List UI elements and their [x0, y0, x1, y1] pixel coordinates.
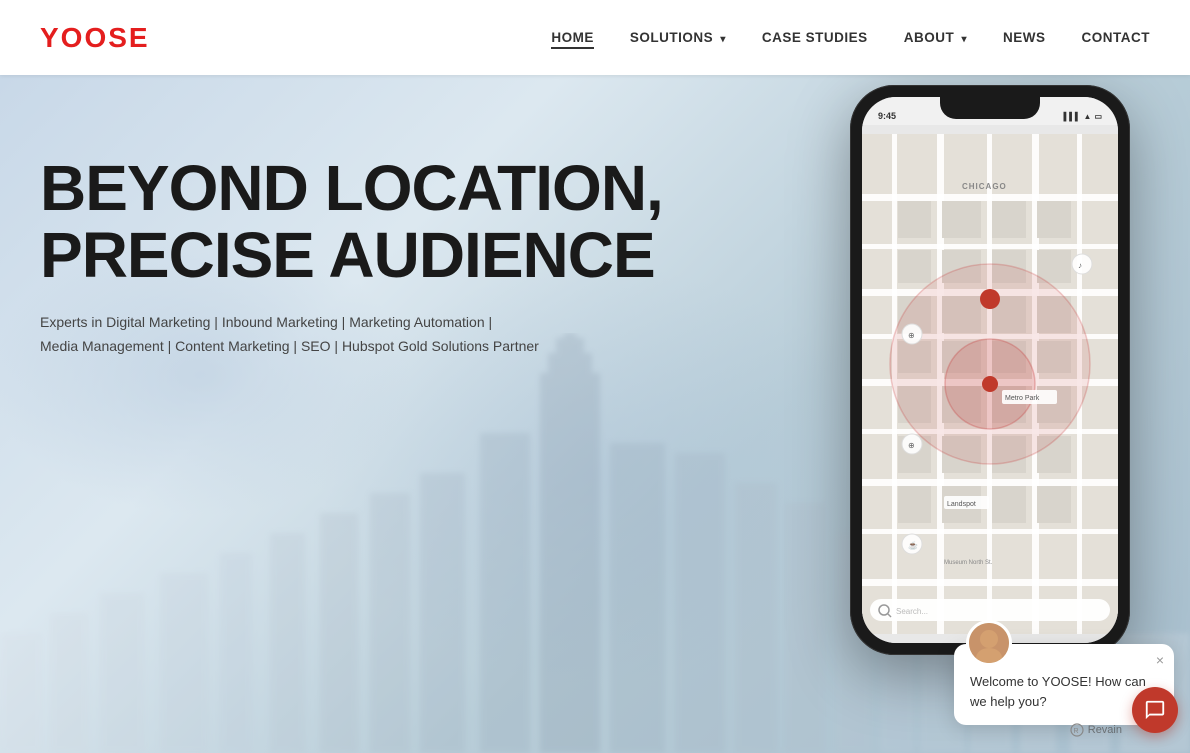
nav-item-case-studies[interactable]: CASE STUDIES	[762, 29, 868, 47]
phone-mockup: 9:45 ▌▌▌ ▲ ▭	[850, 85, 1130, 655]
nav-item-news[interactable]: NEWS	[1003, 29, 1046, 47]
svg-text:♪: ♪	[1078, 261, 1082, 270]
nav-link-news[interactable]: NEWS	[1003, 30, 1046, 45]
svg-text:⊕: ⊕	[908, 441, 915, 450]
chat-close-button[interactable]: ×	[1156, 652, 1164, 668]
chat-avatar	[966, 620, 1012, 666]
hero-title: BEYOND LOCATION, PRECISE AUDIENCE	[40, 155, 663, 289]
chat-greeting-text: Welcome to YOOSE! How can we help you?	[970, 672, 1158, 711]
svg-text:R: R	[1073, 728, 1078, 735]
svg-text:Landspot: Landspot	[947, 501, 976, 508]
signal-icon: ▌▌▌	[1064, 112, 1081, 121]
nav-item-solutions[interactable]: SOLUTIONS ▾	[630, 29, 726, 47]
nav-link-contact[interactable]: CONTACT	[1082, 30, 1151, 45]
hero-section: BEYOND LOCATION, PRECISE AUDIENCE Expert…	[0, 75, 1190, 753]
phone-inner-screen: 9:45 ▌▌▌ ▲ ▭	[862, 97, 1118, 643]
nav-item-home[interactable]: HOME	[551, 29, 594, 47]
svg-text:Museum North St.: Museum North St.	[944, 560, 993, 566]
wifi-icon: ▲	[1084, 112, 1092, 121]
hero-subtitle: Experts in Digital Marketing | Inbound M…	[40, 311, 663, 359]
nav-links: HOME SOLUTIONS ▾ CASE STUDIES ABOUT ▾ NE…	[551, 29, 1150, 47]
battery-icon: ▭	[1094, 112, 1102, 121]
phone-status-icons: ▌▌▌ ▲ ▭	[1064, 112, 1103, 121]
svg-text:⊕: ⊕	[908, 331, 915, 340]
phone-outer-frame: 9:45 ▌▌▌ ▲ ▭	[850, 85, 1130, 655]
svg-text:Metro Park: Metro Park	[1005, 395, 1040, 402]
svg-text:Search...: Search...	[896, 607, 928, 616]
brand-logo[interactable]: YOOSE	[40, 22, 150, 54]
nav-link-solutions[interactable]: SOLUTIONS ▾	[630, 30, 726, 45]
nav-item-contact[interactable]: CONTACT	[1082, 29, 1151, 47]
map-svg: CHICAGO Metro Park Landspot Museum North…	[862, 125, 1118, 643]
solutions-caret-icon: ▾	[720, 34, 726, 45]
phone-map: CHICAGO Metro Park Landspot Museum North…	[862, 125, 1118, 643]
avatar-image	[969, 623, 1009, 663]
hero-content: BEYOND LOCATION, PRECISE AUDIENCE Expert…	[40, 155, 663, 359]
nav-link-home[interactable]: HOME	[551, 30, 594, 49]
nav-item-about[interactable]: ABOUT ▾	[904, 29, 967, 47]
nav-link-about[interactable]: ABOUT ▾	[904, 30, 967, 45]
revain-label: Revain	[1088, 724, 1122, 736]
phone-notch	[940, 97, 1040, 119]
svg-text:CHICAGO: CHICAGO	[962, 182, 1007, 191]
chat-icon	[1144, 699, 1166, 721]
svg-text:☕: ☕	[908, 540, 918, 550]
nav-link-case-studies[interactable]: CASE STUDIES	[762, 30, 868, 45]
navbar: YOOSE HOME SOLUTIONS ▾ CASE STUDIES ABOU…	[0, 0, 1190, 75]
about-caret-icon: ▾	[961, 34, 967, 45]
chat-bubble-button[interactable]	[1132, 687, 1178, 733]
revain-badge: R Revain	[1070, 723, 1122, 737]
revain-icon: R	[1070, 723, 1084, 737]
